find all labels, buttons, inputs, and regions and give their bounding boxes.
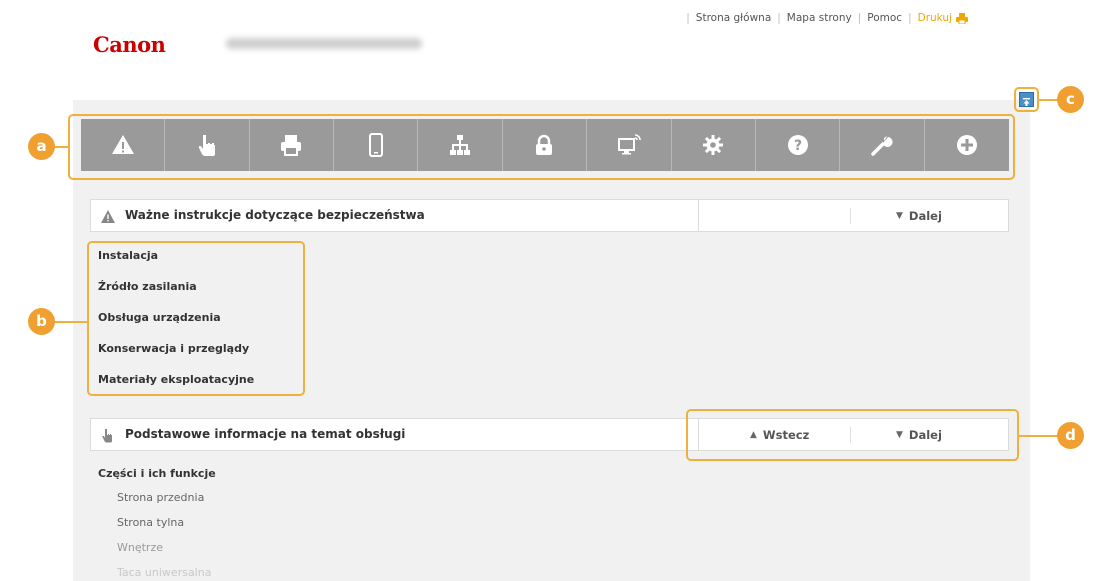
section-title: Ważne instrukcje dotyczące bezpieczeństw… xyxy=(125,208,425,222)
list-item[interactable]: Taca uniwersalna xyxy=(98,566,216,581)
list-item[interactable]: Wnętrze xyxy=(98,541,216,566)
print-icon[interactable] xyxy=(956,12,968,24)
model-name-blurred xyxy=(226,38,422,49)
callout-box-c xyxy=(1014,87,1039,112)
callout-box-b xyxy=(87,241,305,396)
help-link[interactable]: Pomoc xyxy=(867,12,902,24)
section-safety: Ważne instrukcje dotyczące bezpieczeństw… xyxy=(90,199,1009,232)
list-item[interactable]: Strona tylna xyxy=(98,516,216,541)
callout-marker-c: c xyxy=(1057,86,1084,113)
parts-list: Części i ich funkcje Strona przednia Str… xyxy=(98,467,216,581)
sitemap-link[interactable]: Mapa strony xyxy=(787,12,852,24)
canon-logo: Canon xyxy=(93,32,166,57)
list-item[interactable]: Strona przednia xyxy=(98,491,216,516)
down-triangle-icon: ▼ xyxy=(896,211,903,221)
warning-icon xyxy=(101,210,115,223)
next-link[interactable]: ▼ Dalej xyxy=(896,209,942,223)
callout-marker-a: a xyxy=(28,133,55,160)
header: | Strona główna | Mapa strony | Pomoc | … xyxy=(73,0,1030,100)
section-title: Podstawowe informacje na temat obsługi xyxy=(125,427,406,441)
top-links: | Strona główna | Mapa strony | Pomoc | … xyxy=(680,12,968,24)
callout-box-d xyxy=(686,409,1019,461)
callout-marker-b: b xyxy=(28,308,55,335)
home-link[interactable]: Strona główna xyxy=(696,12,771,24)
callout-box-a xyxy=(68,114,1015,180)
list-heading[interactable]: Części i ich funkcje xyxy=(98,467,216,491)
print-link[interactable]: Drukuj xyxy=(918,12,952,24)
callout-marker-d: d xyxy=(1057,422,1084,449)
hand-icon xyxy=(102,429,112,443)
